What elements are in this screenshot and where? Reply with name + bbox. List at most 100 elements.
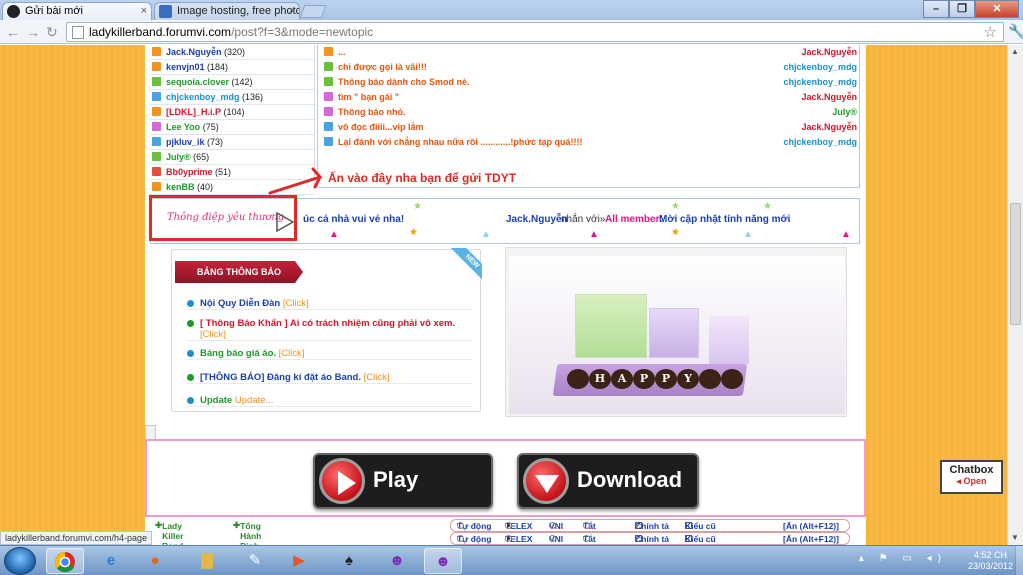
topic-author[interactable]: Jack.Nguyễn (801, 90, 857, 104)
topic-row[interactable]: Thông báo dành cho Smod nè. chjckenboy_md… (318, 75, 859, 90)
input-option-old-style[interactable]: ✓ Kiểu cũ (685, 534, 716, 544)
topic-author[interactable]: Jack.Nguyễn (801, 120, 857, 134)
input-option-hide[interactable]: [Ẩn (Alt+F12)] (783, 521, 839, 531)
topic-row[interactable]: ... Jack.Nguyễn (318, 45, 859, 60)
notice-item-click-link[interactable]: [Click] (200, 329, 226, 340)
vertical-scrollbar[interactable]: ▲ ▼ (1007, 45, 1023, 545)
folder-icon[interactable]: ▇ (188, 548, 226, 574)
notice-item[interactable]: Bảng báo giá áo. [Click] (187, 348, 472, 360)
forward-arrow-icon[interactable]: → (26, 24, 40, 40)
notice-item-text[interactable]: [ Thông Báo Khẩn ] Ai có trách nhiệm cũn… (200, 318, 455, 329)
list-item[interactable]: sequoia.clover (142) (150, 75, 314, 90)
card-game-icon[interactable]: ♠ (330, 548, 368, 574)
topic-author[interactable]: chjckenboy_mdg (783, 60, 857, 74)
yahoo-messenger-icon[interactable]: ☻ (378, 548, 416, 574)
radio-icon[interactable] (583, 522, 590, 529)
banner-sender[interactable]: Jack.Nguyễn (506, 214, 568, 225)
bookmark-star-icon[interactable]: ☆ (984, 23, 997, 41)
radio-icon[interactable] (457, 535, 464, 542)
username[interactable]: kenBB (166, 182, 195, 192)
maximize-button[interactable]: ❐ (949, 0, 975, 18)
topic-row[interactable]: vô đọc điiii...vip lắm Jack.Nguyễn (318, 120, 859, 135)
checkbox-icon[interactable]: ✓ (685, 522, 692, 529)
radio-icon[interactable] (505, 535, 512, 542)
start-button[interactable] (4, 547, 36, 575)
yahoo-messenger-chat-icon[interactable]: ☻ (424, 548, 462, 574)
close-tab-icon[interactable]: × (289, 3, 295, 19)
input-option-auto[interactable]: Tự động (457, 534, 491, 544)
topic-author[interactable]: July® (832, 105, 857, 119)
username[interactable]: Lee Yoo (166, 122, 200, 132)
wrench-menu-icon[interactable]: 🔧 (1008, 23, 1023, 40)
input-option-telex[interactable]: TELEX (505, 521, 532, 531)
radio-icon[interactable] (505, 522, 512, 529)
list-item[interactable]: Lee Yoo (75) (150, 120, 314, 135)
topic-author[interactable]: Jack.Nguyễn (801, 45, 857, 59)
notice-item[interactable]: [THÔNG BÁO] Đăng kí đặt áo Band. [Click] (187, 372, 472, 384)
checkbox-icon[interactable]: ✓ (685, 535, 692, 542)
list-item[interactable]: [LDKL]_H.i.P (104) (150, 105, 314, 120)
radio-icon[interactable] (583, 535, 590, 542)
input-option-vni[interactable]: VNI (549, 534, 563, 544)
topic-title[interactable]: vô đọc điiii...vip lắm (338, 122, 424, 132)
close-window-button[interactable]: ✕ (975, 0, 1019, 18)
input-option-vni[interactable]: VNI (549, 521, 563, 531)
topic-title[interactable]: chỉ được gọi là vãi!!! (338, 62, 427, 72)
input-option-telex[interactable]: TELEX (505, 534, 532, 544)
footer-link-hq[interactable]: ✚ Tổng Hành Dinh (233, 520, 261, 545)
send-message-link[interactable]: Ấn vào đây nha bạn để gửi TDYT (328, 171, 516, 185)
username[interactable]: pjkluv_ik (166, 137, 205, 147)
checkbox-icon[interactable]: ✓ (635, 535, 642, 542)
topic-row[interactable]: chỉ được gọi là vãi!!! chjckenboy_mdg (318, 60, 859, 75)
download-button[interactable]: Download (517, 453, 699, 509)
radio-icon[interactable] (549, 535, 556, 542)
notice-item-text[interactable]: Nội Quy Diễn Đàn (200, 298, 280, 309)
notice-item-click-link[interactable]: Update... (235, 395, 274, 406)
username[interactable]: sequoia.clover (166, 77, 229, 87)
notice-item[interactable]: Nội Quy Diễn Đàn [Click] (187, 298, 472, 310)
address-bar[interactable]: ladykillerband.forumvi.com/post?f=3&mode… (66, 22, 1004, 42)
input-option-hide[interactable]: [Ẩn (Alt+F12)] (783, 534, 839, 544)
scroll-up-icon[interactable]: ▲ (1011, 47, 1019, 56)
reload-icon[interactable]: ↻ (46, 24, 58, 41)
input-option-spell[interactable]: ✓ Chính tả (635, 534, 669, 544)
radio-icon[interactable] (549, 522, 556, 529)
minimize-button[interactable]: – (923, 0, 949, 18)
tab-image-hosting[interactable]: Image hosting, free photo s × (154, 2, 300, 20)
notice-item-click-link[interactable]: [Click] (279, 348, 305, 359)
topic-row[interactable]: Lại đánh với chẳng nhau nữa rồi ........… (318, 135, 859, 150)
username[interactable]: Bb0yprime (166, 167, 213, 177)
play-button[interactable]: Play (313, 453, 493, 509)
checkbox-icon[interactable]: ✓ (635, 522, 642, 529)
list-item[interactable]: chjckenboy_mdg (136) (150, 90, 314, 105)
tab-new-post[interactable]: Gửi bài mới × (2, 2, 152, 20)
back-arrow-icon[interactable]: ← (6, 24, 20, 40)
taskbar-clock[interactable]: 4:52 CH 23/03/2012 (968, 550, 1013, 572)
topic-author[interactable]: chjckenboy_mdg (783, 75, 857, 89)
notepad-icon[interactable]: ✎ (236, 548, 274, 574)
scrollbar-thumb[interactable] (1010, 203, 1021, 325)
notice-item-text[interactable]: Bảng báo giá áo. (200, 348, 276, 359)
username[interactable]: chjckenboy_mdg (166, 92, 240, 102)
topic-title[interactable]: tìm " bạn gái " (338, 92, 399, 102)
chatbox-widget[interactable]: Chatbox ◂ Open (940, 460, 1003, 494)
show-desktop-button[interactable] (1015, 546, 1023, 575)
chatbox-open[interactable]: ◂ Open (942, 476, 1001, 487)
notice-item-click-link[interactable]: [Click] (283, 298, 309, 309)
username[interactable]: July® (166, 152, 191, 162)
topic-row[interactable]: Thông báo nhỏ. July® (318, 105, 859, 120)
username[interactable]: Jack.Nguyễn (166, 47, 222, 57)
scroll-down-icon[interactable]: ▼ (1011, 533, 1019, 542)
username[interactable]: kenvjn01 (166, 62, 205, 72)
internet-explorer-icon[interactable]: e (92, 548, 130, 574)
input-option-off[interactable]: Tắt (583, 521, 596, 531)
chrome-taskbar-icon[interactable] (46, 548, 84, 574)
list-item[interactable]: pjkluv_ik (73) (150, 135, 314, 150)
input-option-old-style[interactable]: ✓ Kiểu cũ (685, 521, 716, 531)
notice-item-text[interactable]: [THÔNG BÁO] Đăng kí đặt áo Band. (200, 372, 361, 383)
topic-title[interactable]: Thông báo nhỏ. (338, 107, 405, 117)
username[interactable]: [LDKL]_H.i.P (166, 107, 221, 117)
list-item[interactable]: kenvjn01 (184) (150, 60, 314, 75)
close-tab-icon[interactable]: × (141, 3, 147, 19)
topic-author[interactable]: chjckenboy_mdg (783, 135, 857, 149)
